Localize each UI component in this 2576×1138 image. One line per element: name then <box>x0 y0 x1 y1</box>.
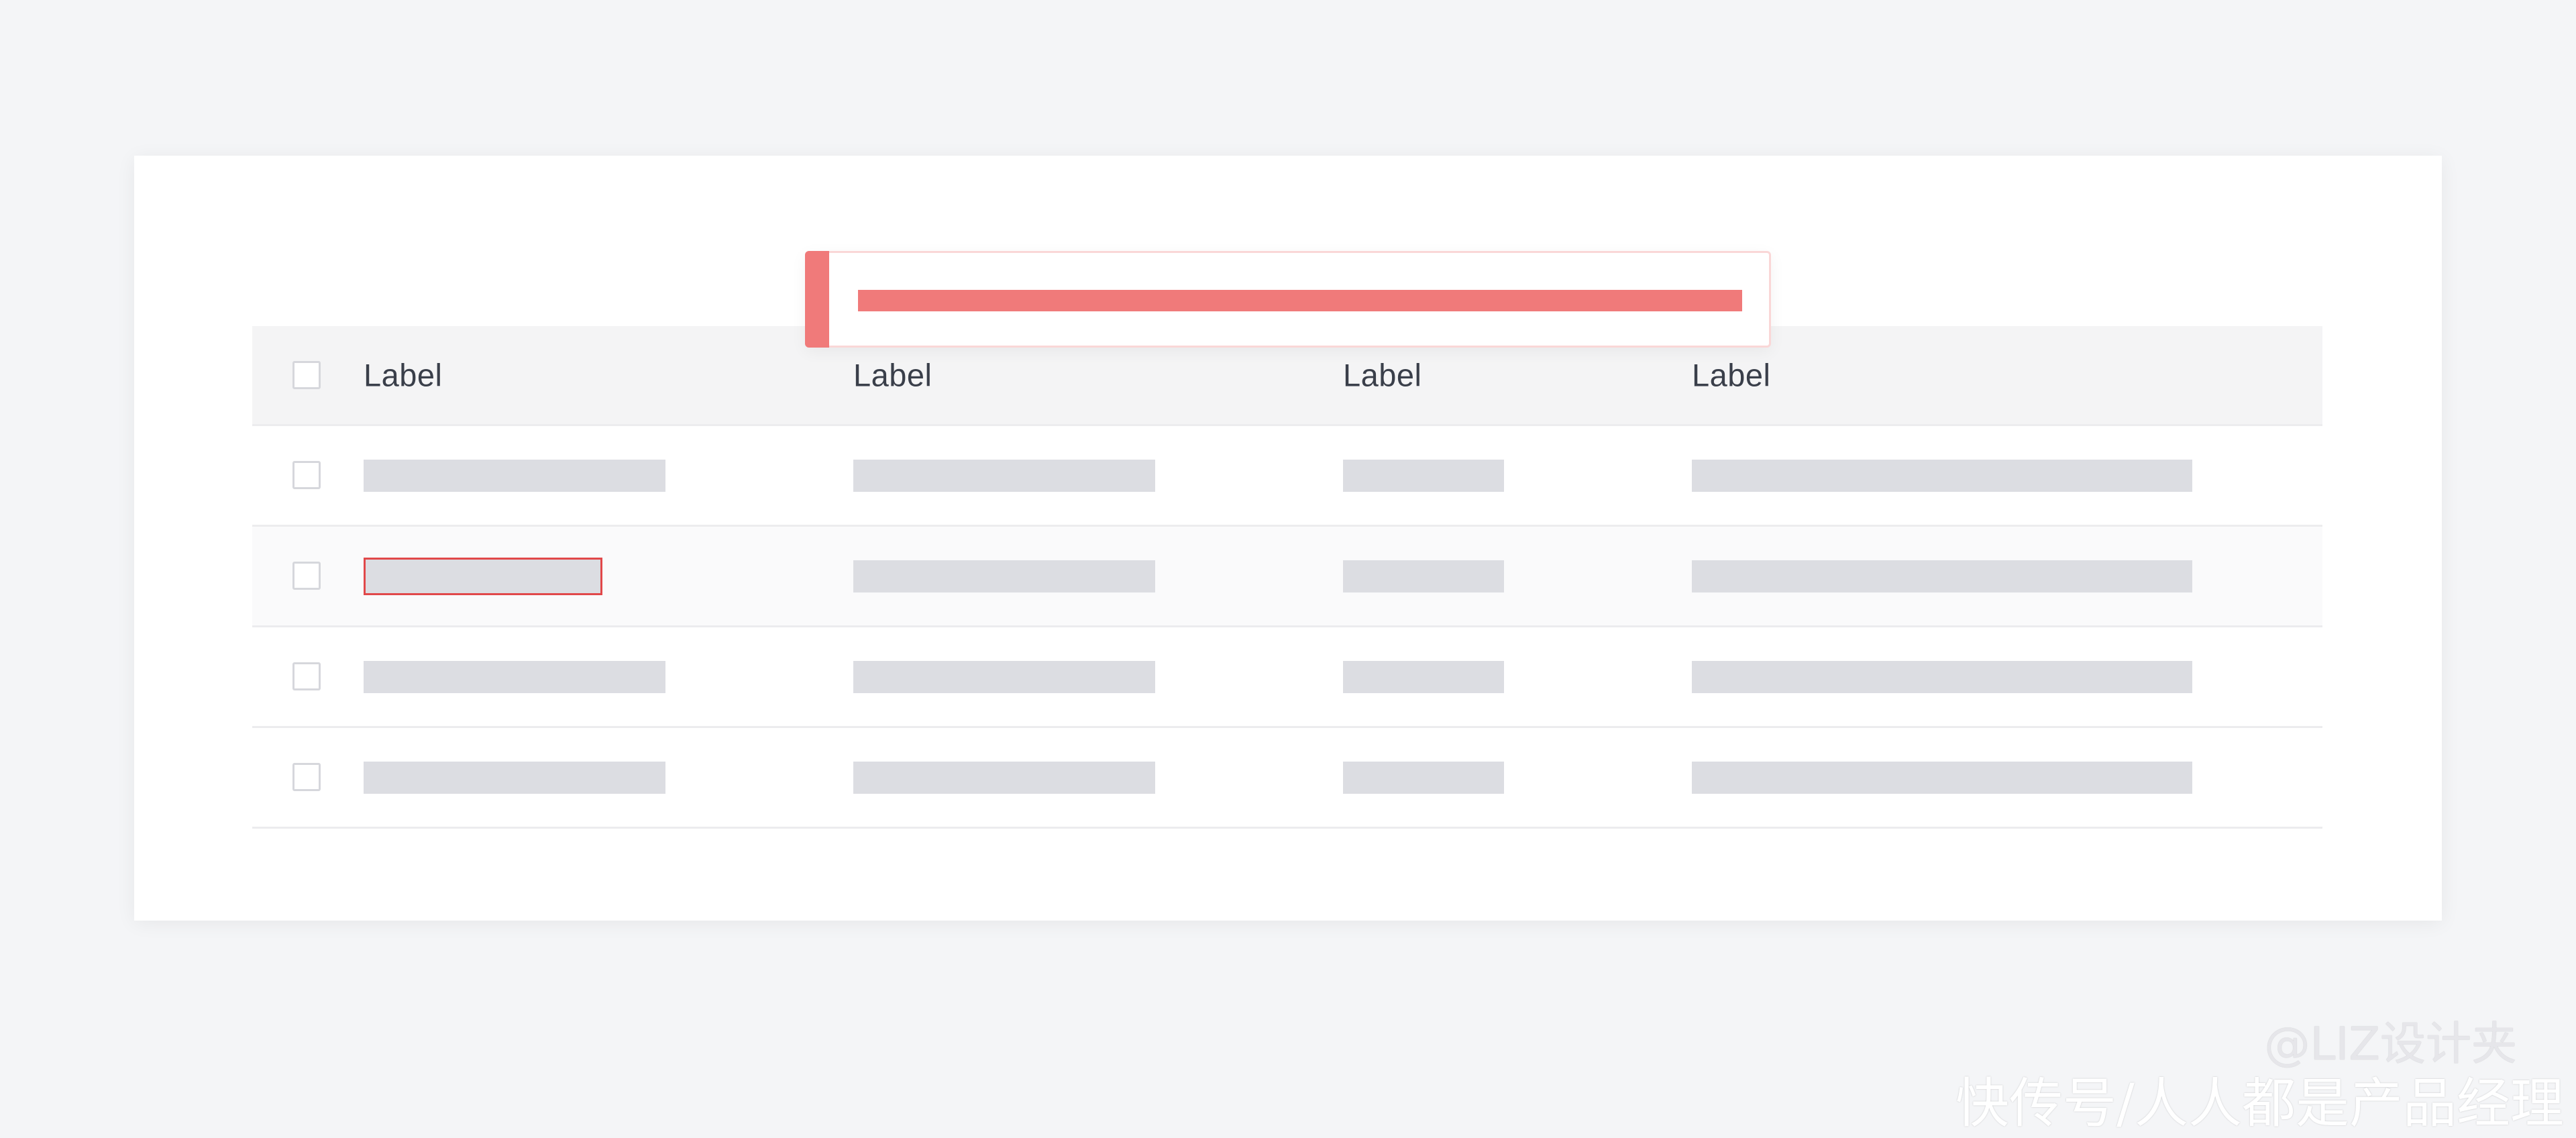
cell-placeholder <box>1343 761 1504 794</box>
cell-placeholder <box>1692 761 2192 794</box>
row-checkbox[interactable] <box>292 662 321 690</box>
cell-placeholder <box>1343 459 1504 492</box>
column-header-2[interactable]: Label <box>853 357 932 394</box>
select-all-checkbox[interactable] <box>292 361 321 389</box>
cell-placeholder <box>853 761 1155 794</box>
row-checkbox[interactable] <box>292 763 321 791</box>
toast-message-placeholder <box>858 290 1742 311</box>
column-header-3[interactable]: Label <box>1343 357 1422 394</box>
column-header-1[interactable]: Label <box>364 357 443 394</box>
cell-placeholder <box>853 459 1155 492</box>
error-accent-icon <box>805 251 829 348</box>
watermark-source: 快传号/人人都是产品经理 <box>1955 1072 2564 1135</box>
table-card: Label Label Label Label <box>134 156 2442 921</box>
cell-placeholder <box>1692 660 2192 693</box>
row-checkbox[interactable] <box>292 562 321 590</box>
cell-placeholder <box>1343 660 1504 693</box>
cell-placeholder <box>853 660 1155 693</box>
column-header-4[interactable]: Label <box>1692 357 1771 394</box>
table-row[interactable] <box>252 527 2322 627</box>
table-row[interactable] <box>252 728 2322 829</box>
error-toast <box>805 251 1771 348</box>
row-checkbox[interactable] <box>292 461 321 489</box>
cell-placeholder <box>364 761 665 794</box>
data-table: Label Label Label Label <box>252 326 2322 829</box>
cell-placeholder <box>364 459 665 492</box>
cell-placeholder <box>853 560 1155 592</box>
cell-error-input[interactable] <box>364 557 602 595</box>
table-row[interactable] <box>252 426 2322 527</box>
table-row[interactable] <box>252 627 2322 728</box>
cell-placeholder <box>1692 459 2192 492</box>
cell-placeholder <box>1692 560 2192 592</box>
cell-placeholder <box>1343 560 1504 592</box>
cell-placeholder <box>364 660 665 693</box>
